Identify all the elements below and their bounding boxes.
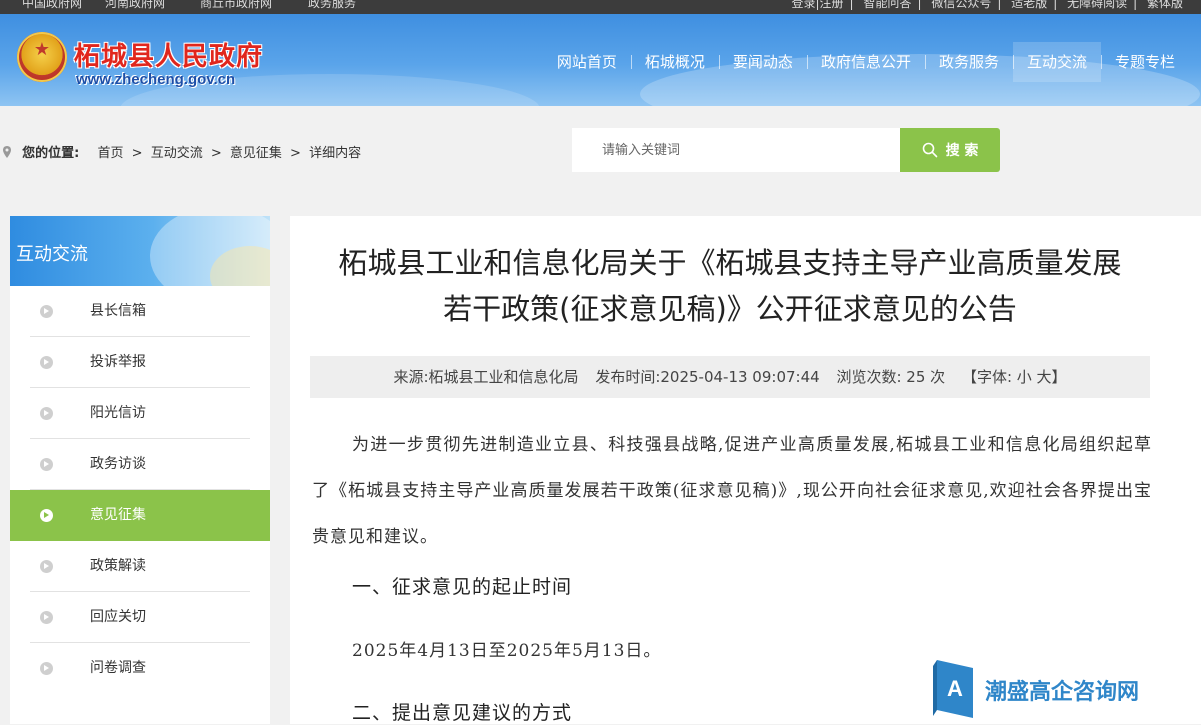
sidebar-item-petition[interactable]: 阳光信访 <box>10 388 270 439</box>
nav-gov-info[interactable]: 政府信息公开 <box>806 42 925 82</box>
site-header: ★ 柘城县人民政府 www.zhecheng.gov.cn 网站首页 柘城概况 … <box>0 14 1201 106</box>
nav-topics[interactable]: 专题专栏 <box>1100 42 1189 82</box>
search-icon <box>922 142 937 158</box>
login-link[interactable]: 登录|注册 <box>792 0 844 10</box>
location-pin-icon <box>3 146 11 158</box>
bullet-arrow-icon <box>40 305 53 318</box>
nav-news[interactable]: 要闻动态 <box>718 42 807 82</box>
nav-services[interactable]: 政务服务 <box>924 42 1013 82</box>
breadcrumb-detail: 详细内容 <box>309 146 362 161</box>
elderly-mode-link[interactable]: 适老版 <box>1011 0 1047 10</box>
meta-views: 浏览次数: 25 次 <box>836 368 946 386</box>
font-size-control[interactable]: 【字体: 小 大】 <box>962 368 1067 386</box>
breadcrumb: 您的位置: 首页 > 互动交流 > 意见征集 > 详细内容 <box>2 142 361 161</box>
bullet-arrow-icon <box>40 611 53 624</box>
site-url: www.zhecheng.gov.cn <box>76 71 236 88</box>
main-nav: 网站首页 柘城概况 要闻动态 政府信息公开 政务服务 互动交流 专题专栏 <box>543 42 1189 82</box>
bullet-arrow-icon <box>40 509 53 522</box>
bullet-arrow-icon <box>40 560 53 573</box>
sidebar-list: 县长信箱 投诉举报 阳光信访 政务访谈 意见征集 政策解读 回应关切 问卷调查 <box>10 286 270 694</box>
breadcrumb-label: 您的位置: <box>22 146 80 161</box>
sidebar: 互动交流 县长信箱 投诉举报 阳光信访 政务访谈 意见征集 政策解读 回应关切 … <box>10 216 270 724</box>
site-title[interactable]: 柘城县人民政府 <box>74 36 263 73</box>
watermark: A 潮盛高企咨询网 <box>933 660 1193 720</box>
article-title: 柘城县工业和信息化局关于《柘城县支持主导产业高质量发展若干政策(征求意见稿)》公… <box>338 246 1122 326</box>
meta-time: 发布时间:2025-04-13 09:07:44 <box>595 368 820 386</box>
top-link-henan[interactable]: 河南政府网 <box>105 0 165 11</box>
bullet-arrow-icon <box>40 662 53 675</box>
article: 柘城县工业和信息化局关于《柘城县支持主导产业高质量发展若干政策(征求意见稿)》公… <box>290 216 1201 724</box>
top-utility-bar: 中国政府网 河南政府网 商丘市政府网 政务服务 登录|注册 | 智能问答 | 微信公… <box>0 0 1201 14</box>
breadcrumb-bar: 您的位置: 首页 > 互动交流 > 意见征集 > 详细内容 搜 索 <box>0 106 1201 196</box>
section-1-text: 2025年4月13日至2025年5月13日。 <box>352 641 662 661</box>
sidebar-item-opinion[interactable]: 意见征集 <box>10 490 270 541</box>
sidebar-header: 互动交流 <box>10 216 270 286</box>
sidebar-item-survey[interactable]: 问卷调查 <box>10 643 270 694</box>
sidebar-item-interview[interactable]: 政务访谈 <box>10 439 270 490</box>
section-heading-1: 一、征求意见的起止时间 <box>352 576 573 598</box>
breadcrumb-opinion[interactable]: 意见征集 <box>230 146 282 161</box>
national-emblem-icon: ★ <box>17 32 67 82</box>
search-button-label: 搜 索 <box>945 143 979 159</box>
nav-interaction[interactable]: 互动交流 <box>1012 42 1101 82</box>
meta-source: 来源:柘城县工业和信息化局 <box>393 368 579 386</box>
wechat-link[interactable]: 微信公众号 <box>931 0 991 10</box>
top-right-links: 登录|注册 | 智能问答 | 微信公众号 | 适老版 | 无障碍阅读 | 繁体版 <box>792 0 1184 11</box>
top-link-shangqiu[interactable]: 商丘市政府网 <box>200 0 272 11</box>
sidebar-item-response[interactable]: 回应关切 <box>10 592 270 643</box>
bullet-arrow-icon <box>40 458 53 471</box>
article-meta: 来源:柘城县工业和信息化局 发布时间:2025-04-13 09:07:44 浏… <box>310 356 1150 398</box>
search-button[interactable]: 搜 索 <box>900 128 1000 172</box>
svg-text:A: A <box>947 676 963 701</box>
watermark-text: 潮盛高企咨询网 <box>985 679 1140 705</box>
search-box: 搜 索 <box>572 128 1000 172</box>
sidebar-title: 互动交流 <box>16 244 88 265</box>
nav-overview[interactable]: 柘城概况 <box>630 42 719 82</box>
breadcrumb-interaction[interactable]: 互动交流 <box>151 146 203 161</box>
breadcrumb-home[interactable]: 首页 <box>97 146 123 161</box>
smart-qa-link[interactable]: 智能问答 <box>863 0 911 10</box>
nav-home[interactable]: 网站首页 <box>543 42 631 82</box>
search-input[interactable] <box>572 128 900 172</box>
bullet-arrow-icon <box>40 356 53 369</box>
section-heading-2: 二、提出意见建议的方式 <box>352 702 573 724</box>
article-intro: 为进一步贯彻先进制造业立县、科技强县战略,促进产业高质量发展,柘城县工业和信息化… <box>312 435 1152 547</box>
sidebar-item-policy[interactable]: 政策解读 <box>10 541 270 592</box>
bullet-arrow-icon <box>40 407 53 420</box>
sidebar-item-complaint[interactable]: 投诉举报 <box>10 337 270 388</box>
traditional-chinese-link[interactable]: 繁体版 <box>1147 0 1183 10</box>
top-link-service[interactable]: 政务服务 <box>308 0 356 11</box>
accessibility-link[interactable]: 无障碍阅读 <box>1067 0 1127 10</box>
top-link-gov-cn[interactable]: 中国政府网 <box>22 0 82 11</box>
sidebar-item-mailbox[interactable]: 县长信箱 <box>10 286 270 337</box>
watermark-logo-icon: A <box>933 660 973 718</box>
